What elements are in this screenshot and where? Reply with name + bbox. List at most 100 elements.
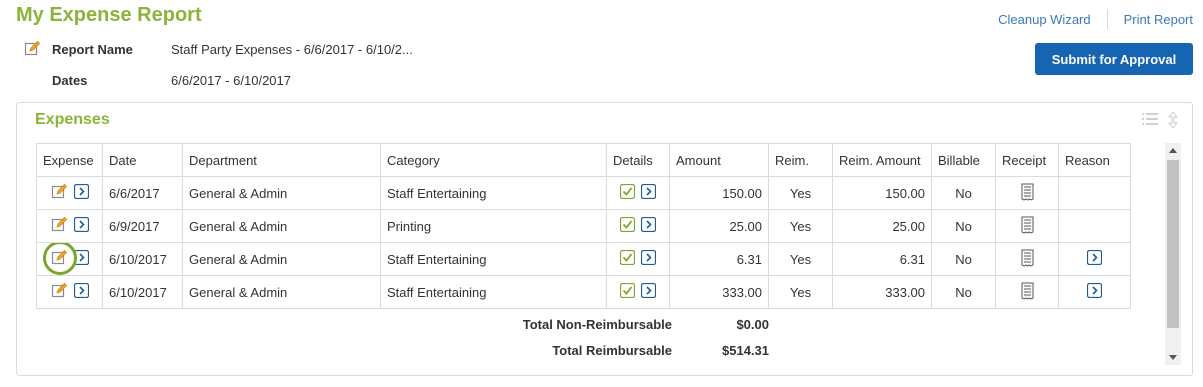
open-details-icon[interactable] [640,216,657,235]
page-title: My Expense Report [16,4,202,26]
reim-amount-cell: 333.00 [832,275,932,309]
department-cell: General & Admin [182,209,381,243]
total-reimbursable-value: $514.31 [722,343,769,358]
details-checked-icon[interactable] [619,216,636,235]
reim-amount-cell: 6.31 [832,242,932,276]
date-cell: 6/9/2017 [102,209,183,243]
table-header-row: Expense Date Department Category Details… [36,143,1131,177]
open-expense-icon[interactable] [73,183,89,202]
col-header[interactable]: Department [182,143,381,177]
reim-amount-cell: 150.00 [832,176,932,210]
details-cell [606,242,670,276]
print-report-link[interactable]: Print Report [1124,12,1193,27]
department-cell: General & Admin [182,242,381,276]
top-links: Cleanup Wizard Print Report [998,9,1193,29]
scroll-down-arrow-icon[interactable] [1169,355,1177,360]
department-cell: General & Admin [182,275,381,309]
table-row[interactable]: 6/10/2017 General & Admin Staff Entertai… [36,242,1131,276]
receipt-cell [995,275,1059,309]
receipt-icon[interactable] [1021,249,1034,270]
submit-for-approval-button[interactable]: Submit for Approval [1035,43,1193,75]
scroll-up-arrow-icon[interactable] [1169,148,1177,153]
reim-cell: Yes [768,275,833,309]
amount-cell: 150.00 [669,176,769,210]
category-cell: Staff Entertaining [380,176,607,210]
total-non-reimbursable-label: Total Non-Reimbursable [522,317,672,332]
col-header[interactable]: Details [606,143,670,177]
reim-cell: Yes [768,242,833,276]
open-details-icon[interactable] [640,282,657,301]
dates-label: Dates [52,73,88,88]
details-checked-icon[interactable] [619,282,636,301]
expense-cell [36,209,103,243]
billable-cell: No [931,275,996,309]
col-header[interactable]: Billable [931,143,996,177]
vertical-scrollbar[interactable] [1165,143,1181,365]
reason-cell [1058,209,1131,243]
report-name-label: Report Name [52,42,133,57]
col-header[interactable]: Category [380,143,607,177]
table-row[interactable]: 6/9/2017 General & Admin Printing 25.00 … [36,209,1131,243]
receipt-icon[interactable] [1021,282,1034,303]
edit-expense-icon[interactable] [51,216,68,236]
open-details-icon[interactable] [640,249,657,268]
link-divider [1106,9,1108,29]
table-row[interactable]: 6/6/2017 General & Admin Staff Entertain… [36,176,1131,210]
list-view-icon[interactable] [1142,112,1158,131]
amount-cell: 6.31 [669,242,769,276]
cleanup-wizard-link[interactable]: Cleanup Wizard [998,12,1091,27]
details-checked-icon[interactable] [619,249,636,268]
receipt-icon[interactable] [1021,183,1034,204]
category-cell: Printing [380,209,607,243]
receipt-cell [995,209,1059,243]
col-header[interactable]: Date [102,143,183,177]
date-cell: 6/6/2017 [102,176,183,210]
col-header[interactable]: Reason [1058,143,1131,177]
department-cell: General & Admin [182,176,381,210]
receipt-cell [995,242,1059,276]
col-header[interactable]: Amount [669,143,769,177]
date-cell: 6/10/2017 [102,275,183,309]
open-expense-icon[interactable] [73,282,89,301]
billable-cell: No [931,209,996,243]
dates-value: 6/6/2017 - 6/10/2017 [171,73,291,88]
amount-cell: 333.00 [669,275,769,309]
amount-cell: 25.00 [669,209,769,243]
sort-arrows-icon[interactable] [1167,111,1179,131]
edit-expense-icon[interactable] [51,282,68,302]
col-header[interactable]: Reim. Amount [832,143,932,177]
total-reimbursable-label: Total Reimbursable [552,343,672,358]
expenses-panel: Expenses Expense Date Department Categor… [16,102,1193,376]
panel-tools [1142,111,1179,131]
report-name-value: Staff Party Expenses - 6/6/2017 - 6/10/2… [171,42,413,57]
scrollbar-thumb[interactable] [1167,160,1179,328]
table-row[interactable]: 6/10/2017 General & Admin Staff Entertai… [36,275,1131,309]
col-header[interactable]: Reim. [768,143,833,177]
reason-cell [1058,176,1131,210]
reason-cell [1058,242,1131,276]
edit-expense-icon[interactable] [51,183,68,203]
reim-cell: Yes [768,176,833,210]
edit-report-name-icon[interactable] [24,40,52,59]
open-expense-icon[interactable] [73,216,89,235]
reim-cell: Yes [768,209,833,243]
details-checked-icon[interactable] [619,183,636,202]
expense-cell [36,176,103,210]
category-cell: Staff Entertaining [380,242,607,276]
expenses-table: Expense Date Department Category Details… [36,143,1131,309]
receipt-icon[interactable] [1021,216,1034,237]
open-reason-icon[interactable] [1086,282,1103,301]
details-cell [606,176,670,210]
col-header[interactable]: Receipt [995,143,1059,177]
expense-cell [36,275,103,309]
open-reason-icon[interactable] [1086,249,1103,268]
report-name-row: Report Name Staff Party Expenses - 6/6/2… [24,40,413,59]
receipt-cell [995,176,1059,210]
details-cell [606,209,670,243]
reason-cell [1058,275,1131,309]
open-details-icon[interactable] [640,183,657,202]
date-cell: 6/10/2017 [102,242,183,276]
col-header[interactable]: Expense [36,143,103,177]
category-cell: Staff Entertaining [380,275,607,309]
edit-expense-icon[interactable] [42,243,77,275]
